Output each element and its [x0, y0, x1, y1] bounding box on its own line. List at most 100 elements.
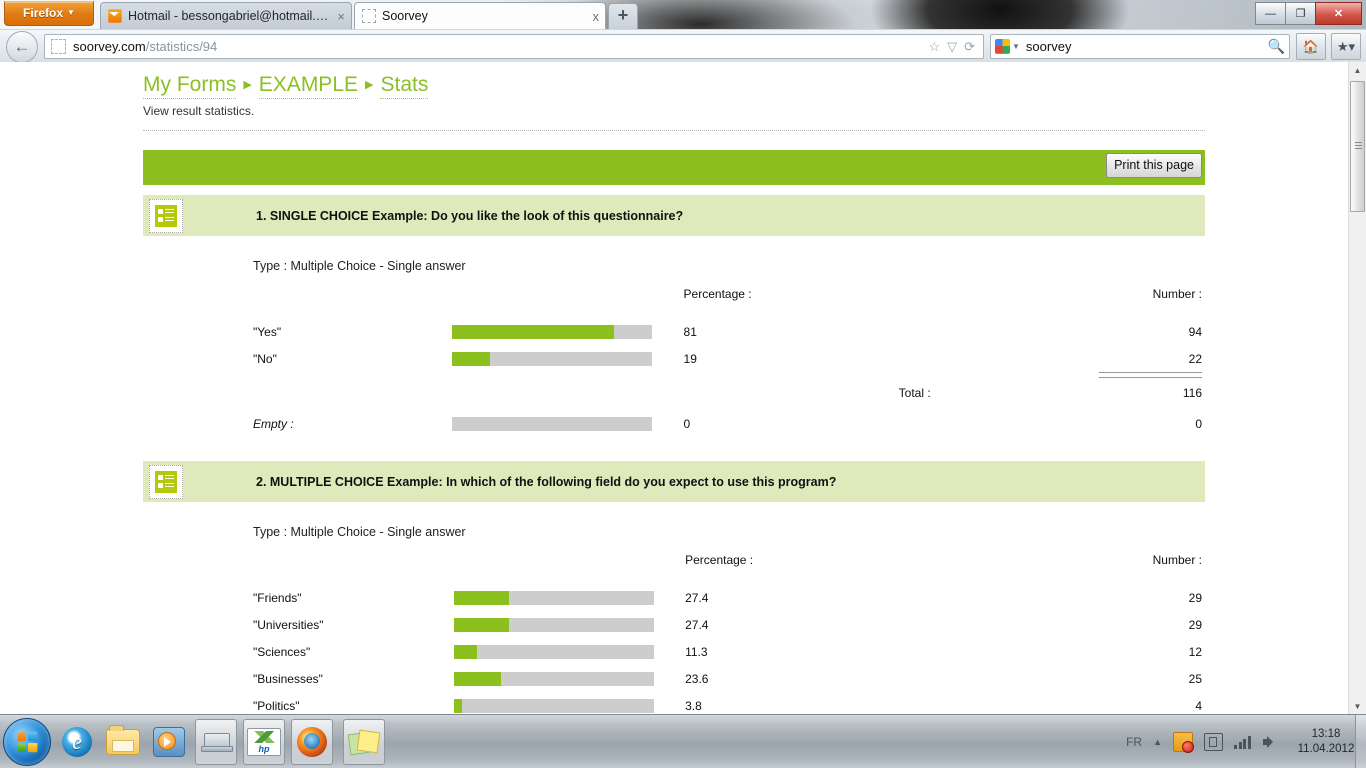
- restore-button[interactable]: ❐: [1285, 2, 1316, 25]
- blank-page-icon: [362, 9, 376, 23]
- table-header-row: Percentage : Number :: [143, 553, 1205, 584]
- system-tray: FR ▲ 13:18 11.04.2012: [1126, 715, 1366, 768]
- vertical-scrollbar[interactable]: ▲ ▼: [1348, 62, 1366, 715]
- stats-table-2: Percentage : Number : "Friends" 27.4 29 …: [143, 553, 1205, 715]
- folder-icon: [106, 724, 140, 755]
- taskbar-item-sticky-notes[interactable]: [343, 718, 385, 765]
- clock-time: 13:18: [1311, 727, 1341, 740]
- empty-number: 0: [1195, 417, 1202, 431]
- back-button[interactable]: ←: [6, 30, 38, 63]
- breadcrumb-item-my-forms[interactable]: My Forms: [143, 73, 237, 99]
- language-indicator[interactable]: FR: [1126, 735, 1142, 749]
- bookmark-star-icon[interactable]: ☆: [928, 39, 940, 55]
- volume-icon[interactable]: [1263, 735, 1279, 749]
- close-icon[interactable]: x: [593, 9, 600, 24]
- minimize-button[interactable]: —: [1255, 2, 1286, 25]
- row-label: "Universities": [253, 617, 324, 632]
- table-row: "Sciences" 11.3 12: [143, 638, 1205, 665]
- reload-icon[interactable]: ⟳: [964, 39, 975, 55]
- row-number: 29: [1188, 617, 1202, 632]
- chevron-down-icon: ▼: [67, 8, 75, 17]
- row-label: "No": [253, 351, 277, 366]
- table-row: "Yes" 81 94: [143, 318, 1205, 345]
- row-label: "Friends": [253, 590, 302, 605]
- taskbar-item-windows-media-player[interactable]: [149, 722, 189, 762]
- search-bar[interactable]: ▼ soorvey 🔍: [990, 34, 1290, 59]
- form-list-icon: [149, 464, 183, 499]
- breadcrumb-separator-icon: ▶: [243, 79, 252, 91]
- row-percentage: 11.3: [685, 644, 708, 659]
- print-this-page-button[interactable]: Print this page: [1106, 153, 1202, 178]
- row-number: 4: [1195, 698, 1202, 713]
- scroll-down-arrow[interactable]: ▼: [1349, 698, 1366, 715]
- row-percentage: 3.8: [685, 698, 702, 713]
- taskbar-item-internet-explorer[interactable]: [57, 722, 97, 762]
- ie-icon: [62, 726, 92, 757]
- toolbar-green-bar: Print this page: [143, 150, 1205, 185]
- question-title-1: 1. SINGLE CHOICE Example: Do you like th…: [256, 208, 684, 223]
- close-icon[interactable]: ×: [337, 9, 345, 24]
- question-type-1: Type : Multiple Choice - Single answer: [253, 259, 466, 273]
- scroll-up-arrow[interactable]: ▲: [1349, 62, 1366, 79]
- breadcrumb: My Forms ▶ EXAMPLE ▶ Stats: [143, 62, 1205, 99]
- url-path: /statistics/94: [145, 39, 218, 54]
- close-button[interactable]: ✕: [1315, 2, 1362, 25]
- taskbar-item-firefox[interactable]: [291, 718, 333, 765]
- windows-taskbar: FR ▲ 13:18 11.04.2012: [0, 714, 1366, 768]
- table-header-row: Percentage : Number :: [143, 287, 1205, 318]
- question-type-2: Type : Multiple Choice - Single answer: [253, 525, 466, 539]
- empty-row: Empty : 0 0: [143, 408, 1205, 440]
- google-icon: [995, 39, 1010, 54]
- breadcrumb-item-stats[interactable]: Stats: [380, 73, 429, 99]
- column-header-percentage: Percentage :: [683, 287, 752, 301]
- row-label: "Politics": [253, 698, 300, 713]
- table-row: "Universities" 27.4 29: [143, 611, 1205, 638]
- plug-icon[interactable]: [1204, 732, 1223, 751]
- chevron-down-icon[interactable]: ▽: [947, 39, 957, 55]
- taskbar-item-windows-explorer[interactable]: [103, 722, 143, 762]
- table-row: "No" 19 22: [143, 345, 1205, 372]
- empty-label: Empty :: [253, 417, 294, 431]
- progress-bar: [452, 324, 653, 339]
- taskbar-item-hp-support[interactable]: [243, 718, 285, 765]
- progress-bar: [454, 671, 655, 686]
- show-desktop-button[interactable]: [1355, 715, 1366, 768]
- scrollbar-thumb[interactable]: [1350, 81, 1365, 212]
- chevron-down-icon[interactable]: ▼: [1012, 42, 1020, 51]
- show-hidden-icons-arrow[interactable]: ▲: [1153, 737, 1162, 747]
- sticky-notes-icon: [349, 729, 379, 755]
- windows-start-orb[interactable]: [3, 717, 51, 766]
- home-button[interactable]: 🏠: [1296, 33, 1326, 60]
- progress-bar: [454, 698, 655, 713]
- total-row: Total : 116: [143, 378, 1205, 408]
- taskbar-item-laptop-app[interactable]: [195, 718, 237, 765]
- clock[interactable]: 13:18 11.04.2012: [1294, 727, 1358, 757]
- row-label: "Sciences": [253, 644, 311, 659]
- question-header-2: 2. MULTIPLE CHOICE Example: In which of …: [143, 461, 1205, 502]
- row-number: 25: [1188, 671, 1202, 686]
- address-bar[interactable]: soorvey.com/statistics/94 ☆ ▽ ⟳: [44, 34, 984, 59]
- search-input[interactable]: soorvey: [1026, 39, 1268, 54]
- row-percentage: 27.4: [685, 617, 709, 632]
- divider: [143, 130, 1205, 131]
- network-error-icon[interactable]: [1173, 731, 1194, 753]
- firefox-menu-button[interactable]: Firefox ▼: [4, 1, 94, 26]
- new-tab-button[interactable]: +: [608, 3, 638, 29]
- breadcrumb-separator-icon: ▶: [365, 79, 374, 91]
- table-row: "Businesses" 23.6 25: [143, 665, 1205, 692]
- firefox-window: Firefox ▼ Hotmail - bessongabriel@hotmail…: [0, 0, 1366, 715]
- signal-bars-icon[interactable]: [1234, 735, 1252, 749]
- bookmarks-button[interactable]: ★▾: [1331, 33, 1361, 60]
- tab-hotmail-label: Hotmail - bessongabriel@hotmail.com: [128, 9, 332, 23]
- progress-bar: [454, 617, 655, 632]
- tab-soorvey[interactable]: Soorvey x: [354, 2, 606, 29]
- search-icon[interactable]: 🔍: [1268, 38, 1285, 55]
- empty-percentage: 0: [683, 417, 691, 431]
- tab-hotmail[interactable]: Hotmail - bessongabriel@hotmail.com ×: [100, 2, 352, 29]
- form-list-icon: [149, 198, 183, 233]
- breadcrumb-item-example[interactable]: EXAMPLE: [258, 73, 359, 99]
- table-row: "Politics" 3.8 4: [143, 692, 1205, 715]
- page-content: My Forms ▶ EXAMPLE ▶ Stats View result s…: [143, 62, 1205, 715]
- firefox-icon: [297, 726, 327, 757]
- progress-bar: [452, 417, 653, 431]
